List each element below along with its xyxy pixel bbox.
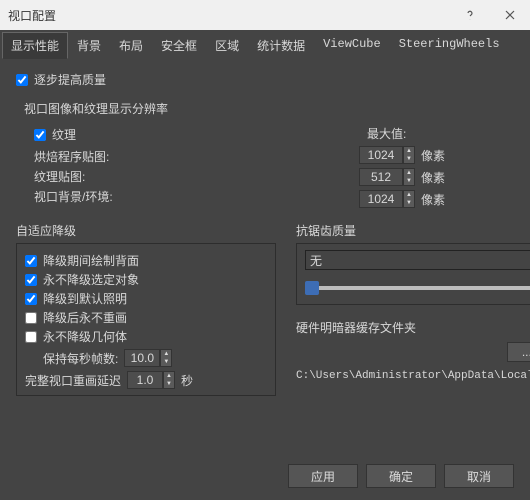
adaptive-option[interactable]: 降级期间绘制背面 [25,252,267,269]
redraw-delay-label: 完整视口重画延迟 [25,372,121,389]
adaptive-option[interactable]: 降级到默认照明 [25,290,267,307]
antialias-value[interactable] [305,250,530,270]
tab-2[interactable]: 布局 [110,32,152,59]
viewport-bg-label: 视口背景/环境: [34,188,113,205]
tab-bar: 显示性能背景布局安全框区域统计数据ViewCubeSteeringWheels [0,30,530,59]
adaptive-option[interactable]: 永不降级几何体 [25,328,267,345]
apply-button[interactable]: 应用 [288,464,358,488]
fps-spinner[interactable]: ▲▼ [124,349,172,367]
adaptive-degradation-title: 自适应降级 [16,222,276,239]
tab-0[interactable]: 显示性能 [2,32,68,59]
antialias-title: 抗锯齿质量 [296,222,530,239]
cache-path: C:\Users\Administrator\AppData\Local\A [296,370,530,382]
tab-3[interactable]: 安全框 [152,32,206,59]
texture-maps-spinner[interactable]: ▲▼像素 [359,168,514,186]
baked-maps-spinner[interactable]: ▲▼像素 [359,146,514,164]
window-title: 视口配置 [8,7,56,24]
fps-label: 保持每秒帧数: [43,350,118,367]
tab-6[interactable]: ViewCube [314,32,390,59]
tab-5[interactable]: 统计数据 [248,32,314,59]
cancel-button[interactable]: 取消 [444,464,514,488]
tab-4[interactable]: 区域 [206,32,248,59]
redraw-delay-spinner[interactable]: ▲▼ [127,371,175,389]
browse-cache-button[interactable]: ... [507,342,530,362]
help-button[interactable] [450,0,490,30]
cache-folder-title: 硬件明暗器缓存文件夹 [296,319,530,336]
tab-7[interactable]: SteeringWheels [390,32,509,59]
texture-maps-label: 纹理贴图: [34,168,85,185]
tab-1[interactable]: 背景 [68,32,110,59]
progressive-quality-checkbox[interactable]: 逐步提高质量 [16,71,106,88]
texture-checkbox[interactable]: 纹理 [34,126,76,143]
max-value-label: 最大值: [367,125,406,142]
adaptive-option[interactable]: 永不降级选定对象 [25,271,267,288]
baked-maps-label: 烘焙程序贴图: [34,148,109,165]
viewport-bg-spinner[interactable]: ▲▼像素 [359,190,514,208]
close-button[interactable] [490,0,530,30]
resolution-section-label: 视口图像和纹理显示分辨率 [16,100,514,117]
antialias-slider[interactable] [305,278,530,298]
ok-button[interactable]: 确定 [366,464,436,488]
adaptive-option[interactable]: 降级后永不重画 [25,309,267,326]
